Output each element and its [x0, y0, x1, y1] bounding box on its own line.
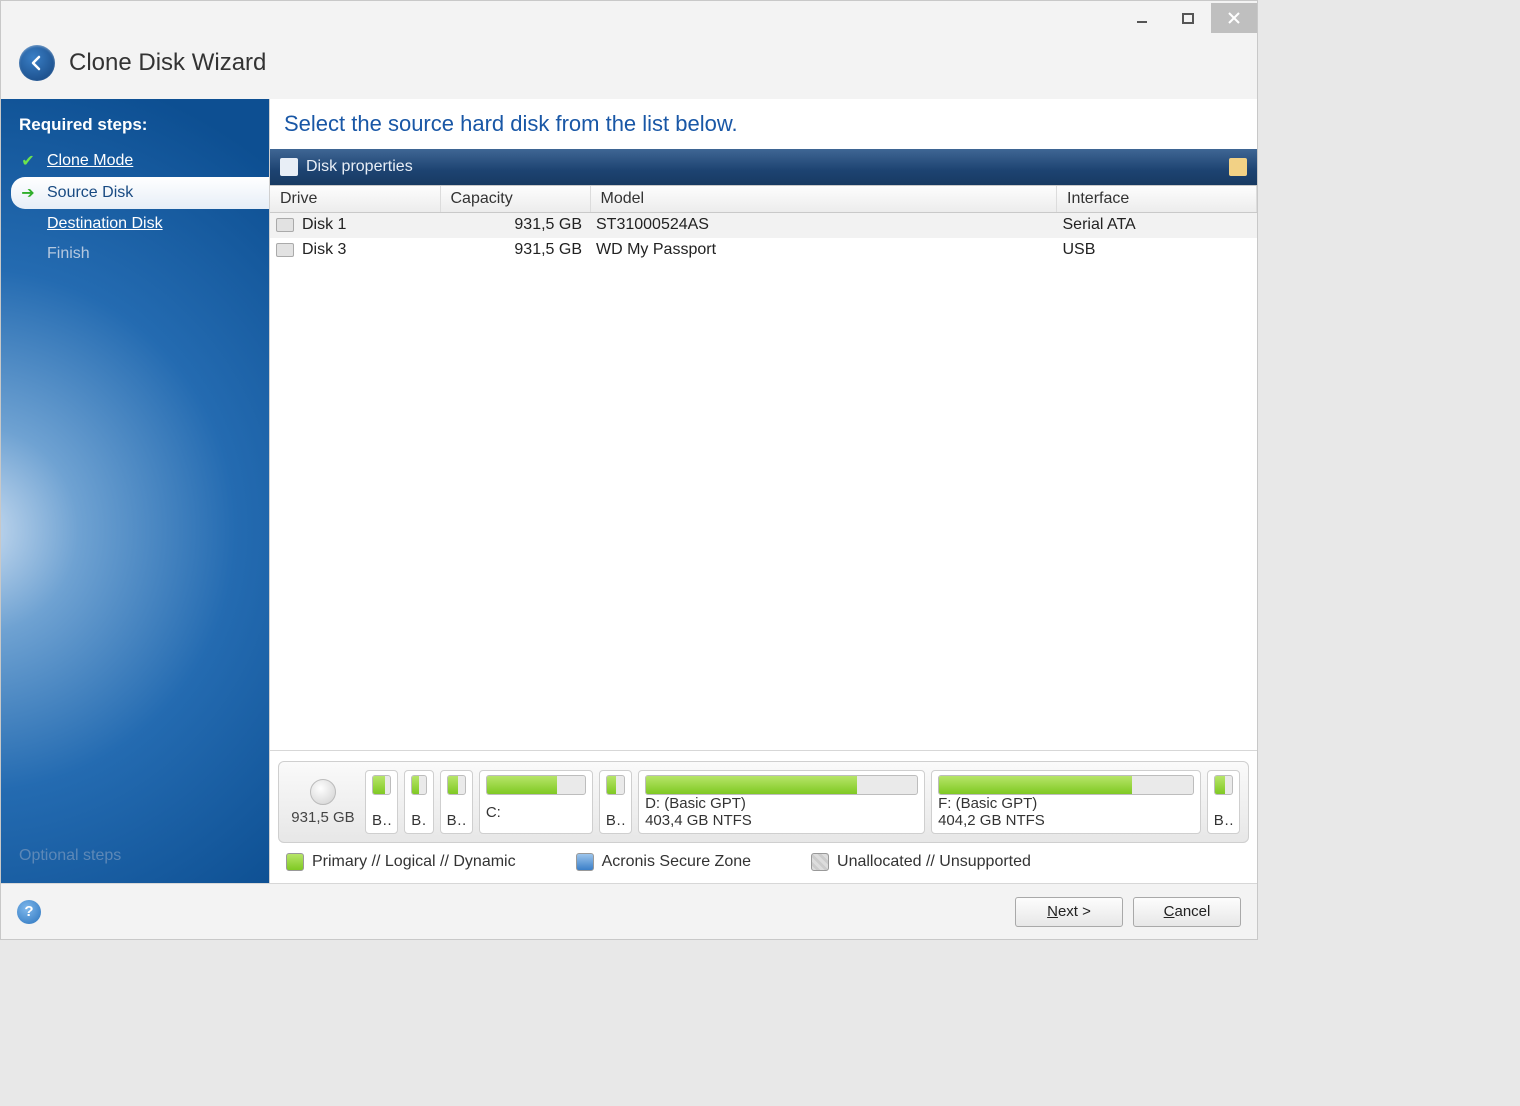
partition-detail: 404,2 GB NTFS — [938, 812, 1194, 829]
col-model[interactable]: Model — [590, 186, 1057, 213]
partition[interactable]: B... — [599, 770, 632, 834]
partition-label: B... — [372, 812, 391, 829]
interface-cell: Serial ATA — [1057, 213, 1257, 238]
partition-area: 931,5 GB B... B... B... C: B... D: (Basic GPT… — [270, 750, 1257, 883]
legend-swatch — [576, 853, 594, 871]
step-label: Finish — [47, 245, 90, 263]
usage-bar — [372, 775, 391, 795]
step-finish: Finish — [1, 239, 269, 269]
col-interface[interactable]: Interface — [1057, 186, 1257, 213]
maximize-button[interactable] — [1165, 3, 1211, 33]
usage-bar — [1214, 775, 1233, 795]
next-button[interactable]: Next > — [1015, 897, 1123, 927]
partition[interactable]: B... — [404, 770, 433, 834]
wizard-title: Clone Disk Wizard — [69, 49, 266, 77]
partition[interactable]: B... — [440, 770, 473, 834]
col-capacity[interactable]: Capacity — [440, 186, 590, 213]
body: Required steps: ✔ Clone Mode ➔ Source Disk D… — [1, 99, 1257, 883]
partition-label: D: (Basic GPT) — [645, 795, 918, 812]
legend-item: Acronis Secure Zone — [576, 853, 751, 871]
check-icon: ✔ — [19, 151, 37, 171]
partition[interactable]: B... — [1207, 770, 1240, 834]
partition-detail: 403,4 GB NTFS — [645, 812, 918, 829]
main-panel: Select the source hard disk from the lis… — [269, 99, 1257, 883]
step-label: Source Disk — [47, 184, 133, 202]
hdd-icon — [276, 218, 294, 232]
step-destination-disk[interactable]: Destination Disk — [1, 209, 269, 239]
partition-label: B... — [411, 812, 426, 829]
drive-name: Disk 3 — [302, 241, 346, 259]
step-clone-mode[interactable]: ✔ Clone Mode — [1, 145, 269, 177]
partition[interactable]: F: (Basic GPT)404,2 GB NTFS — [931, 770, 1201, 834]
legend-swatch — [811, 853, 829, 871]
usage-bar — [447, 775, 466, 795]
usage-bar — [938, 775, 1194, 795]
step-source-disk[interactable]: ➔ Source Disk — [11, 177, 269, 209]
legend-text: Unallocated // Unsupported — [837, 853, 1031, 871]
sidebar: Required steps: ✔ Clone Mode ➔ Source Disk D… — [1, 99, 269, 883]
usage-bar — [606, 775, 625, 795]
step-label: Clone Mode — [47, 152, 133, 170]
usage-bar — [411, 775, 426, 795]
disk-table: Drive Capacity Model Interface Disk 1 931… — [270, 186, 1257, 263]
partition[interactable]: D: (Basic GPT)403,4 GB NTFS — [638, 770, 925, 834]
legend-text: Acronis Secure Zone — [602, 853, 751, 871]
properties-icon — [280, 158, 298, 176]
usage-bar — [645, 775, 918, 795]
titlebar — [1, 1, 1257, 35]
step-label: Destination Disk — [47, 215, 163, 233]
disk-table-wrap: Drive Capacity Model Interface Disk 1 931… — [270, 185, 1257, 750]
capacity-cell: 931,5 GB — [440, 238, 590, 263]
cancel-button[interactable]: Cancel — [1133, 897, 1241, 927]
minimize-button[interactable] — [1119, 3, 1165, 33]
panel-title: Disk properties — [306, 158, 413, 176]
table-row[interactable]: Disk 1 931,5 GBST31000524ASSerial ATA — [270, 213, 1257, 238]
optional-steps-label: Optional steps — [19, 847, 121, 865]
partition-label: B... — [606, 812, 625, 829]
hdd-icon — [276, 243, 294, 257]
disk-icon — [310, 779, 336, 805]
legend-item: Unallocated // Unsupported — [811, 853, 1031, 871]
instruction-text: Select the source hard disk from the lis… — [270, 99, 1257, 149]
partition-row: 931,5 GB B... B... B... C: B... D: (Basic GPT… — [278, 761, 1249, 843]
window-buttons — [1119, 3, 1257, 33]
arrow-right-icon: ➔ — [19, 183, 37, 203]
header: Clone Disk Wizard — [1, 35, 1257, 99]
partition-label: C: — [486, 804, 586, 821]
legend-item: Primary // Logical // Dynamic — [286, 853, 516, 871]
partition-label: B... — [447, 812, 466, 829]
col-drive[interactable]: Drive — [270, 186, 440, 213]
model-cell: WD My Passport — [590, 238, 1057, 263]
wizard-window: Clone Disk Wizard Required steps: ✔ Clone… — [0, 0, 1258, 940]
disk-total: 931,5 GB — [287, 770, 359, 834]
panel-options-icon[interactable] — [1229, 158, 1247, 176]
legend: Primary // Logical // Dynamic Acronis Sec… — [278, 843, 1249, 875]
close-button[interactable] — [1211, 3, 1257, 33]
back-button[interactable] — [19, 45, 55, 81]
sidebar-heading: Required steps: — [1, 107, 269, 145]
table-row[interactable]: Disk 3 931,5 GBWD My PassportUSB — [270, 238, 1257, 263]
partition-label: B... — [1214, 812, 1233, 829]
legend-swatch — [286, 853, 304, 871]
disk-total-label: 931,5 GB — [291, 809, 354, 826]
help-button[interactable]: ? — [17, 900, 41, 924]
drive-name: Disk 1 — [302, 216, 346, 234]
usage-bar — [486, 775, 586, 795]
partition-label: F: (Basic GPT) — [938, 795, 1194, 812]
disk-properties-bar: Disk properties — [270, 149, 1257, 185]
model-cell: ST31000524AS — [590, 213, 1057, 238]
legend-text: Primary // Logical // Dynamic — [312, 853, 516, 871]
partition[interactable]: B... — [365, 770, 398, 834]
footer: ? Next > Cancel — [1, 883, 1257, 939]
capacity-cell: 931,5 GB — [440, 213, 590, 238]
interface-cell: USB — [1057, 238, 1257, 263]
partition[interactable]: C: — [479, 770, 593, 834]
